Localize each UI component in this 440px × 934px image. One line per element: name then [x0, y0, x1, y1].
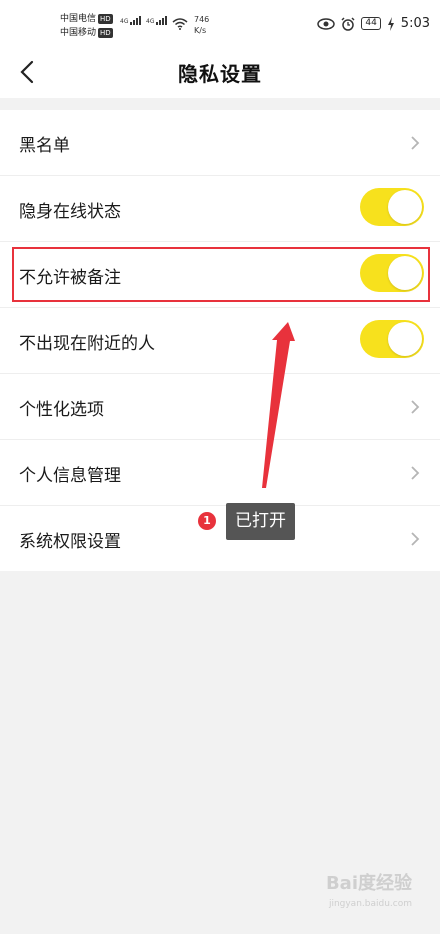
- chevron-right-icon: [411, 532, 420, 546]
- battery-icon: 44: [361, 17, 381, 30]
- setting-row-system-permissions[interactable]: 系统权限设置: [0, 506, 440, 571]
- setting-label: 系统权限设置: [19, 532, 121, 552]
- annotation-tooltip: 已打开: [226, 503, 295, 540]
- alarm-icon: [341, 16, 355, 31]
- signal-icon-1: 4G: [120, 16, 142, 25]
- setting-label: 黑名单: [19, 136, 70, 156]
- clock: 5:03: [400, 16, 430, 31]
- setting-row-no-remark: 不允许被备注: [0, 242, 440, 308]
- chevron-right-icon: [411, 400, 420, 414]
- toggle-knob: [388, 322, 422, 356]
- setting-row-personalization[interactable]: 个性化选项: [0, 374, 440, 440]
- setting-row-personal-info[interactable]: 个人信息管理: [0, 440, 440, 506]
- nav-header: 隐私设置: [0, 46, 440, 98]
- setting-label: 个人信息管理: [19, 466, 121, 486]
- charging-icon: [387, 16, 394, 31]
- setting-label: 隐身在线状态: [19, 202, 121, 222]
- carrier-info: 中国电信 HD 中国移动 HD: [60, 12, 113, 40]
- right-status: 44 5:03: [317, 16, 430, 31]
- chevron-right-icon: [411, 136, 420, 150]
- invisible-online-toggle[interactable]: [360, 188, 424, 226]
- watermark-brand: Bai度经验: [325, 873, 412, 894]
- setting-row-invisible-online: 隐身在线状态: [0, 176, 440, 242]
- hd-badge-1: HD: [98, 14, 113, 24]
- wifi-icon: [172, 18, 188, 30]
- toggle-knob: [388, 190, 422, 224]
- setting-row-blacklist[interactable]: 黑名单: [0, 110, 440, 176]
- page-title: 隐私设置: [178, 62, 262, 86]
- signal-icon-2: 4G: [146, 16, 168, 25]
- hd-badge-2: HD: [98, 28, 113, 38]
- chevron-right-icon: [411, 466, 420, 480]
- no-remark-toggle[interactable]: [360, 254, 424, 292]
- toggle-knob: [388, 256, 422, 290]
- carrier-1: 中国电信: [60, 14, 97, 24]
- hide-nearby-toggle[interactable]: [360, 320, 424, 358]
- net-speed: 746 K/s: [194, 15, 210, 35]
- setting-label: 不出现在附近的人: [19, 334, 155, 354]
- watermark: Bai度经验 jingyan.baidu.com: [326, 874, 412, 914]
- watermark-url: jingyan.baidu.com: [328, 899, 412, 909]
- step-badge: 1: [198, 512, 216, 530]
- carrier-2: 中国移动: [60, 28, 97, 38]
- setting-label: 个性化选项: [19, 400, 104, 420]
- setting-row-hide-nearby: 不出现在附近的人: [0, 308, 440, 374]
- status-bar: 中国电信 HD 中国移动 HD 4G 4G 746 K/s 44 5:03: [0, 0, 440, 46]
- settings-list: 黑名单 隐身在线状态 不允许被备注 不出现在附近的人 个性化选项 个人信息管理 …: [0, 110, 440, 571]
- setting-label: 不允许被备注: [19, 268, 121, 288]
- eye-icon: [317, 17, 336, 30]
